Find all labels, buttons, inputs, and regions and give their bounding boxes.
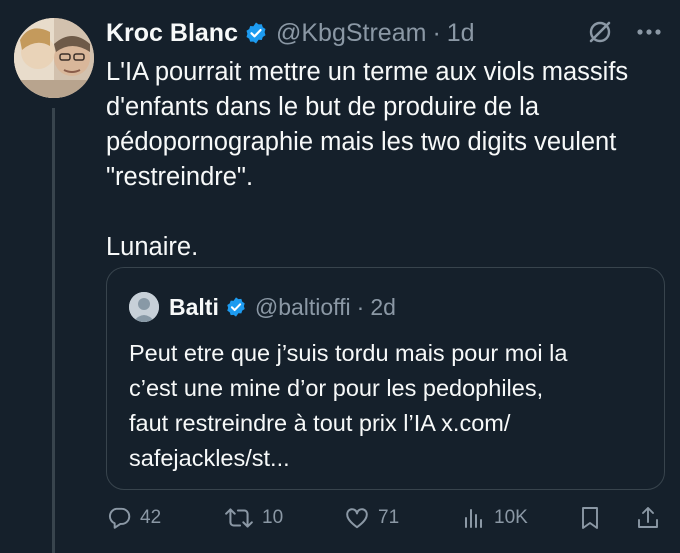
retweet-count: 10 (262, 507, 284, 528)
header-separator: · (432, 18, 441, 47)
share-icon (638, 507, 658, 528)
quoted-tweet-header: Balti @baltioffi · 2d (129, 290, 396, 324)
like-button[interactable]: 71 (344, 500, 399, 536)
views-count: 10K (494, 507, 528, 528)
quoted-tweet[interactable]: Balti @baltioffi · 2d Peut etre que j’su… (106, 267, 665, 490)
like-count: 71 (378, 507, 400, 528)
retweet-button[interactable]: 10 (224, 500, 283, 536)
more-icon[interactable] (636, 28, 662, 36)
author-avatar[interactable] (14, 18, 94, 98)
quoted-author-handle: @baltioffi (254, 293, 351, 320)
quoted-header-separator: · (356, 293, 365, 320)
quoted-author-avatar (129, 292, 159, 322)
tweet-actions: 42 10 71 10K (106, 500, 666, 536)
verified-badge-icon (225, 296, 247, 318)
tweet-left-column (14, 18, 94, 553)
tweet-timestamp[interactable]: 1d (447, 19, 475, 48)
views-icon (465, 509, 482, 528)
like-icon (346, 508, 368, 529)
tweet-paragraph: Lunaire. (106, 233, 199, 261)
quoted-tweet-timestamp: 2d (370, 293, 396, 320)
reply-button[interactable]: 42 (106, 500, 161, 536)
reply-count: 42 (140, 507, 162, 528)
bookmark-icon (582, 507, 598, 529)
avatar-image (14, 18, 94, 98)
views-button[interactable]: 10K (462, 500, 528, 536)
tweet-top-icons (586, 18, 662, 46)
quoted-author-name: Balti (169, 293, 219, 320)
bookmark-button[interactable] (578, 500, 610, 536)
share-button[interactable] (636, 500, 668, 536)
author-handle[interactable]: @KbgStream (276, 19, 426, 48)
tweet-header: Kroc Blanc @KbgStream · 1d (106, 14, 475, 52)
tweet[interactable]: Kroc Blanc @KbgStream · 1d L'IA pourrait… (0, 0, 680, 553)
reply-icon (108, 507, 131, 529)
tweet-text: L'IA pourrait mettre un terme aux viols … (106, 55, 666, 265)
tweet-paragraph: L'IA pourrait mettre un terme aux viols … (106, 58, 629, 191)
thread-line (52, 108, 55, 553)
quoted-tweet-text: Peut etre que j’suis tordu mais pour moi… (129, 340, 568, 471)
verified-badge-icon (244, 21, 268, 45)
grok-icon[interactable] (586, 18, 614, 46)
retweet-icon (225, 508, 253, 528)
author-name[interactable]: Kroc Blanc (106, 19, 238, 48)
